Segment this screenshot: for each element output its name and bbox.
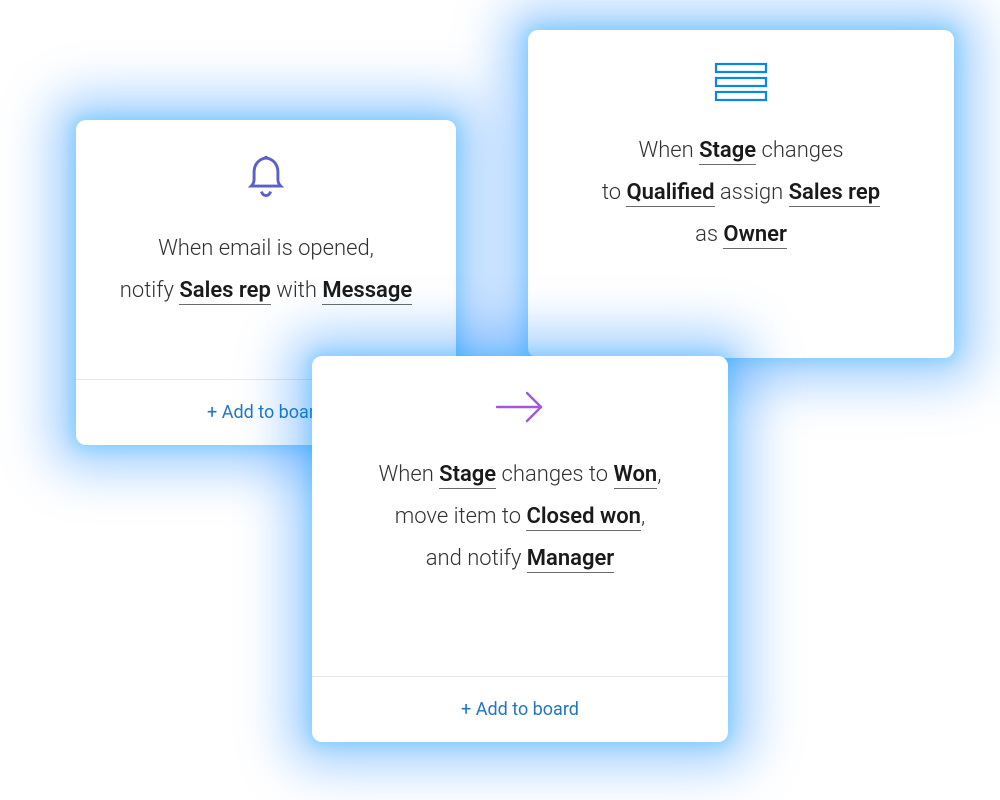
rule-variable-won[interactable]: Won <box>614 462 658 489</box>
automation-rule-text: When Stage changes to Qualified assign S… <box>602 130 880 255</box>
rule-text-segment: with <box>271 278 322 303</box>
stack-icon <box>714 62 768 102</box>
rule-text-segment: assign <box>715 180 789 205</box>
rule-text-segment: When email is opened, <box>158 236 374 261</box>
automation-rule-text: When Stage changes to Won, move item to … <box>379 454 662 579</box>
rule-text-segment: changes to <box>496 462 613 487</box>
rule-variable-stage[interactable]: Stage <box>699 138 756 165</box>
rule-text-segment: , <box>641 504 645 529</box>
rule-variable-qualified[interactable]: Qualified <box>626 180 714 207</box>
add-to-board-button[interactable]: + Add to board <box>461 699 579 720</box>
rule-variable-message[interactable]: Message <box>322 278 412 305</box>
card-body: When email is opened, notify Sales rep w… <box>76 120 456 379</box>
rule-text-segment: notify <box>120 278 180 303</box>
rule-variable-sales-rep[interactable]: Sales rep <box>179 278 271 305</box>
rule-text-segment: When <box>379 462 440 487</box>
card-body: When Stage changes to Won, move item to … <box>312 356 728 676</box>
rule-variable-manager[interactable]: Manager <box>527 546 614 573</box>
rule-variable-closed-won[interactable]: Closed won <box>526 504 641 531</box>
rule-text-segment: When <box>638 138 699 163</box>
rule-text-segment: move item to <box>395 504 527 529</box>
automation-rule-text: When email is opened, notify Sales rep w… <box>120 228 412 312</box>
add-to-board-button[interactable]: + Add to board <box>207 402 325 423</box>
rule-text-segment: changes <box>756 138 843 163</box>
rule-text-segment: as <box>695 222 723 247</box>
rule-text-segment: and notify <box>426 546 527 571</box>
bell-icon <box>244 152 288 200</box>
automation-card-move[interactable]: When Stage changes to Won, move item to … <box>312 356 728 742</box>
arrow-right-icon <box>493 388 547 426</box>
rule-text-segment: , <box>657 462 661 487</box>
rule-text-segment: to <box>602 180 627 205</box>
rule-variable-owner[interactable]: Owner <box>723 222 786 249</box>
rule-variable-stage[interactable]: Stage <box>439 462 496 489</box>
rule-variable-sales-rep[interactable]: Sales rep <box>789 180 881 207</box>
card-footer: + Add to board <box>312 676 728 742</box>
card-body: When Stage changes to Qualified assign S… <box>528 30 954 358</box>
automation-card-assign[interactable]: When Stage changes to Qualified assign S… <box>528 30 954 358</box>
